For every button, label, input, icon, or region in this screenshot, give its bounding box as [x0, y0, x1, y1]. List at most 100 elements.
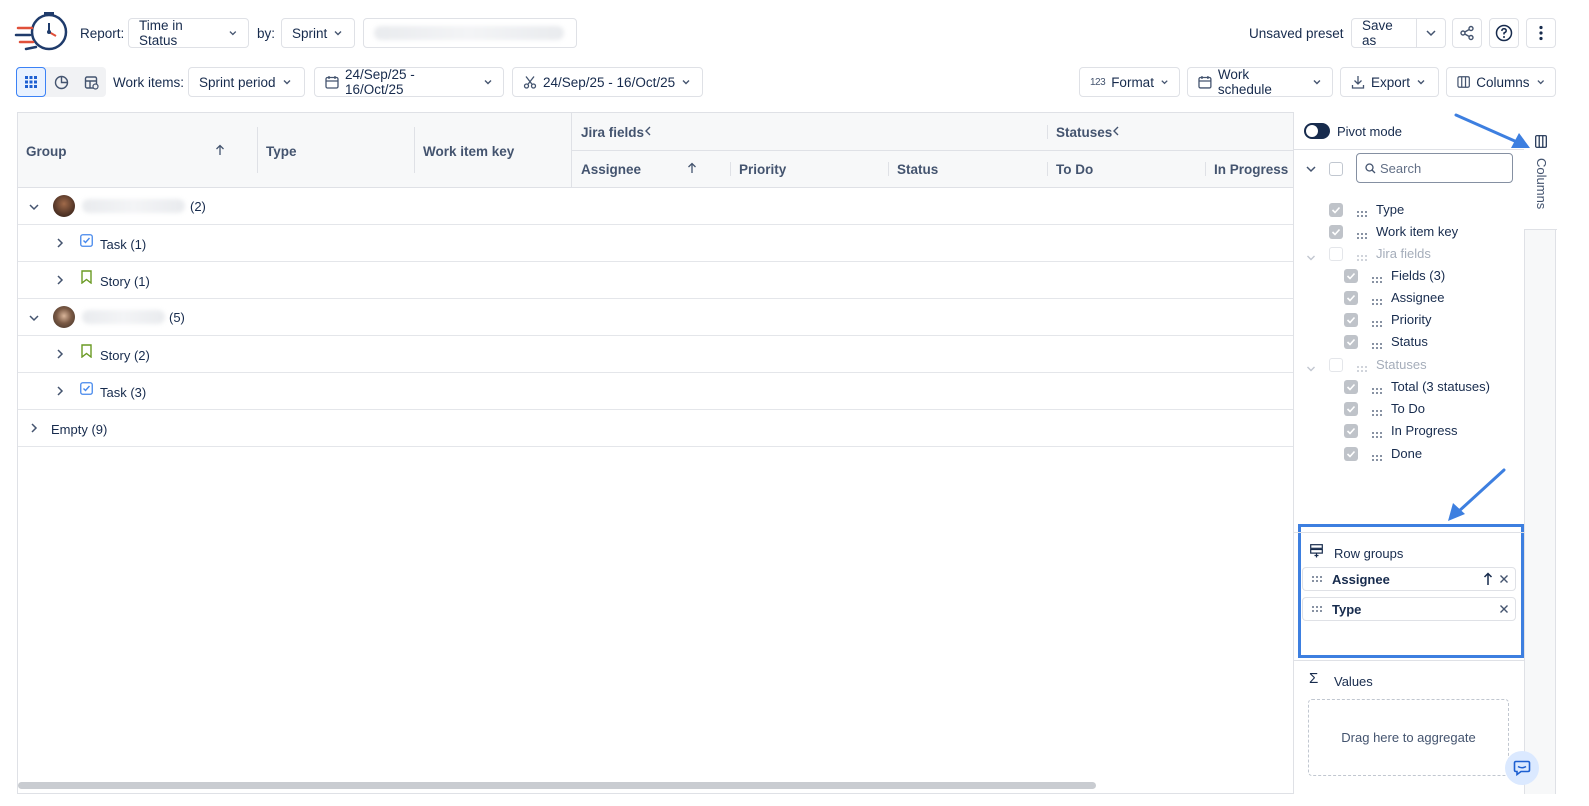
- table-row[interactable]: Task (3): [18, 373, 1293, 410]
- column-item-label: In Progress: [1391, 423, 1458, 438]
- collapse-group-icon[interactable]: [1112, 126, 1120, 136]
- grid-view-button[interactable]: [16, 67, 46, 97]
- column-item-label: Type: [1376, 202, 1405, 217]
- drag-handle-icon[interactable]: [1371, 427, 1383, 438]
- collapse-group-icon[interactable]: [644, 126, 652, 136]
- more-options-button[interactable]: [1526, 18, 1556, 48]
- column-checkbox[interactable]: [1344, 402, 1358, 416]
- work-items-dropdown[interactable]: Sprint period: [188, 67, 305, 97]
- table-row[interactable]: (5): [18, 299, 1293, 336]
- task-icon: [80, 382, 93, 395]
- trim-range-picker[interactable]: 24/Sep/25 - 16/Oct/25: [512, 67, 703, 97]
- chevron-right-icon[interactable]: [29, 422, 39, 434]
- values-drop-zone[interactable]: Drag here to aggregate: [1308, 699, 1509, 776]
- table-row[interactable]: (2): [18, 188, 1293, 225]
- column-checkbox[interactable]: [1344, 380, 1358, 394]
- drag-handle-icon[interactable]: [1356, 361, 1368, 372]
- chevron-down-icon[interactable]: [1306, 250, 1316, 265]
- table-row[interactable]: Empty (9): [18, 410, 1293, 447]
- header-assignee[interactable]: Assignee: [581, 162, 641, 177]
- help-button[interactable]: [1489, 18, 1519, 48]
- chart-view-button[interactable]: [46, 67, 76, 97]
- sprint-select-input[interactable]: [363, 18, 577, 48]
- drag-handle-icon[interactable]: [1371, 272, 1383, 283]
- drag-handle-icon[interactable]: [1371, 405, 1383, 416]
- export-label: Export: [1371, 74, 1411, 90]
- drag-handle-icon[interactable]: [1371, 450, 1383, 461]
- columns-side-tab[interactable]: Columns: [1524, 112, 1557, 794]
- save-as-button[interactable]: Save as: [1351, 18, 1417, 48]
- horizontal-scrollbar[interactable]: [18, 782, 1096, 789]
- chat-launcher-button[interactable]: [1505, 751, 1539, 785]
- column-checkbox[interactable]: [1344, 291, 1358, 305]
- drag-handle-icon[interactable]: [1356, 228, 1368, 239]
- share-button[interactable]: [1452, 18, 1482, 48]
- panel-divider: [1294, 660, 1525, 661]
- header-type[interactable]: Type: [266, 144, 297, 159]
- chevron-right-icon[interactable]: [55, 348, 65, 360]
- table-row[interactable]: Story (1): [18, 262, 1293, 299]
- column-search-input[interactable]: Search: [1356, 153, 1513, 183]
- chevron-down-icon[interactable]: [1306, 361, 1316, 376]
- chevron-down-icon: [1313, 80, 1321, 85]
- row-label: Story (2): [100, 348, 150, 363]
- column-checkbox[interactable]: [1329, 247, 1343, 261]
- drag-handle-icon[interactable]: [1371, 383, 1383, 394]
- calendar-icon: [1198, 76, 1212, 89]
- column-checkbox[interactable]: [1329, 358, 1343, 372]
- drag-handle-icon[interactable]: [1356, 250, 1368, 261]
- column-checkbox[interactable]: [1344, 424, 1358, 438]
- column-checkbox[interactable]: [1344, 447, 1358, 461]
- column-item-label: Work item key: [1376, 224, 1459, 239]
- date-range-picker[interactable]: 24/Sep/25 - 16/Oct/25: [314, 67, 504, 97]
- row-group-chip-assignee[interactable]: Assignee: [1302, 567, 1516, 591]
- header-in-progress[interactable]: In Progress: [1214, 162, 1288, 177]
- report-label: Report:: [80, 26, 125, 41]
- chevron-right-icon[interactable]: [55, 274, 65, 286]
- drag-handle-icon[interactable]: [1371, 294, 1383, 305]
- export-button[interactable]: Export: [1340, 67, 1439, 97]
- column-item-label: Done: [1391, 446, 1423, 461]
- column-checkbox[interactable]: [1329, 203, 1343, 217]
- chevron-right-icon[interactable]: [55, 237, 65, 249]
- header-jira-fields[interactable]: Jira fields: [581, 125, 644, 140]
- report-dropdown[interactable]: Time in Status: [128, 18, 249, 48]
- chevron-down-icon[interactable]: [1305, 164, 1317, 174]
- chevron-down-icon[interactable]: [28, 313, 40, 323]
- header-statuses[interactable]: Statuses: [1056, 125, 1112, 140]
- header-to-do[interactable]: To Do: [1056, 162, 1093, 177]
- chevron-down-icon[interactable]: [28, 202, 40, 212]
- drag-handle-icon[interactable]: [1371, 338, 1383, 349]
- drag-handle-icon[interactable]: [1356, 206, 1368, 217]
- sort-ascending-icon[interactable]: [215, 144, 225, 156]
- chevron-right-icon[interactable]: [55, 385, 65, 397]
- drag-handle-icon[interactable]: [1371, 316, 1383, 327]
- work-schedule-button[interactable]: Work schedule: [1187, 67, 1333, 97]
- table-row[interactable]: Task (1): [18, 225, 1293, 262]
- by-dropdown[interactable]: Sprint: [281, 18, 355, 48]
- drag-handle-icon[interactable]: [1311, 575, 1323, 583]
- close-icon[interactable]: [1499, 604, 1509, 614]
- header-group[interactable]: Group: [26, 144, 67, 159]
- select-all-checkbox[interactable]: [1329, 162, 1343, 176]
- column-checkbox[interactable]: [1344, 313, 1358, 327]
- pivot-mode-toggle[interactable]: [1304, 123, 1330, 139]
- close-icon[interactable]: [1499, 574, 1509, 584]
- format-label: Format: [1111, 74, 1154, 90]
- header-work-item-key[interactable]: Work item key: [423, 144, 514, 159]
- save-options-button[interactable]: [1416, 18, 1446, 48]
- calendar-view-button[interactable]: [76, 67, 106, 97]
- row-group-chip-type[interactable]: Type: [1302, 597, 1516, 621]
- format-button[interactable]: 123 Format: [1079, 67, 1180, 97]
- sort-ascending-icon[interactable]: [687, 162, 697, 174]
- column-checkbox[interactable]: [1329, 225, 1343, 239]
- column-checkbox[interactable]: [1344, 335, 1358, 349]
- table-row[interactable]: Story (2): [18, 336, 1293, 373]
- drag-handle-icon[interactable]: [1311, 605, 1323, 613]
- header-status[interactable]: Status: [897, 162, 938, 177]
- row-label: Empty (9): [51, 422, 108, 437]
- header-priority[interactable]: Priority: [739, 162, 786, 177]
- column-checkbox[interactable]: [1344, 269, 1358, 283]
- columns-button[interactable]: Columns: [1446, 67, 1556, 97]
- sort-ascending-icon[interactable]: [1483, 572, 1493, 586]
